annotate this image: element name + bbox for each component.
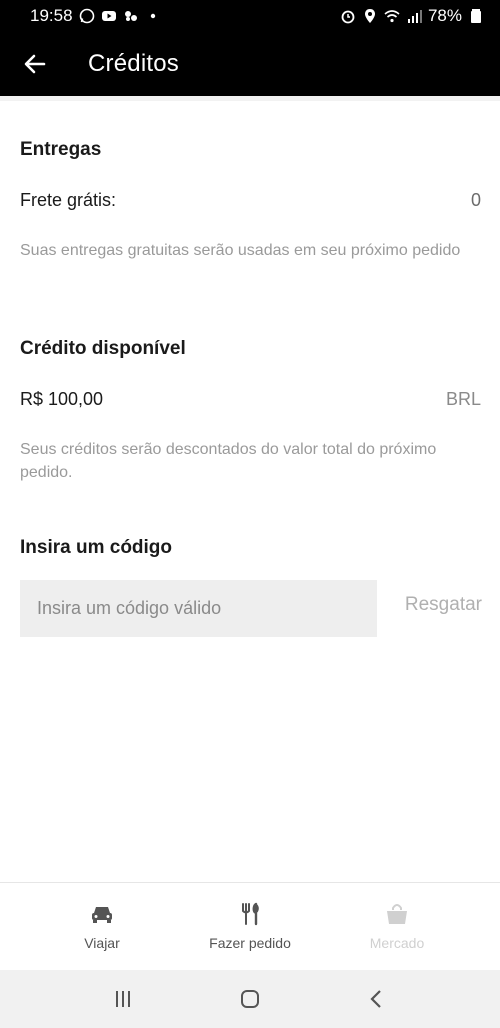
- free-shipping-row: Frete grátis: 0: [20, 190, 481, 211]
- recent-apps-icon: [116, 991, 131, 1007]
- whatsapp-icon: [79, 8, 95, 24]
- nav-label: Viajar: [84, 935, 120, 951]
- deliveries-title: Entregas: [20, 139, 102, 160]
- status-right: 78%: [340, 6, 484, 26]
- arrow-left-icon: [24, 54, 46, 74]
- free-shipping-value: 0: [470, 190, 481, 210]
- nav-item-fazer-pedido[interactable]: Fazer pedido: [190, 901, 310, 951]
- home-button[interactable]: [230, 979, 270, 1019]
- alarm-icon: [340, 8, 356, 24]
- status-time: 19:58: [30, 6, 73, 25]
- status-bar: 19:58 78%: [0, 0, 500, 32]
- credit-note: Seus créditos serão descontados do valor…: [20, 441, 437, 481]
- header-divider: [0, 96, 500, 101]
- battery-icon: [468, 8, 484, 24]
- nav-label: Fazer pedido: [209, 935, 291, 951]
- battery-percent: 78%: [427, 6, 462, 25]
- deliveries-note: Suas entregas gratuitas serão usadas em …: [20, 242, 461, 259]
- location-icon: [362, 8, 378, 24]
- credit-amount-row: R$ 100,00 BRL: [20, 389, 481, 410]
- shopping-bag-icon: [387, 904, 407, 924]
- redeem-button[interactable]: Resgatar: [392, 594, 482, 616]
- promo-code-input[interactable]: [20, 580, 377, 637]
- chevron-left-icon: [370, 990, 381, 1008]
- car-icon: [92, 907, 112, 923]
- nav-item-viajar[interactable]: Viajar: [42, 901, 162, 951]
- credit-title: Crédito disponível: [20, 338, 186, 359]
- code-title: Insira um código: [20, 537, 173, 558]
- nav-label: Mercado: [369, 935, 425, 951]
- system-back-button[interactable]: [357, 979, 397, 1019]
- credit-currency: BRL: [445, 389, 481, 409]
- nav-item-mercado[interactable]: Mercado: [337, 901, 457, 951]
- home-icon: [240, 990, 259, 1008]
- fork-knife-icon: [242, 902, 259, 926]
- back-button[interactable]: [0, 32, 70, 96]
- recent-apps-button[interactable]: [103, 979, 143, 1019]
- more-notifications-dot-icon: [145, 8, 161, 24]
- bottom-nav: Viajar Fazer pedido Mercado: [0, 882, 500, 970]
- page-title: Créditos: [88, 50, 179, 77]
- wifi-icon: [384, 8, 400, 24]
- app-notification-icon: [123, 8, 139, 24]
- credit-amount: R$ 100,00: [20, 389, 104, 409]
- youtube-icon: [101, 8, 117, 24]
- app-bar: Créditos: [0, 32, 500, 96]
- signal-icon: [406, 8, 422, 24]
- system-navigation-bar: [0, 970, 500, 1028]
- free-shipping-label: Frete grátis:: [20, 190, 117, 210]
- status-left: 19:58: [30, 6, 161, 26]
